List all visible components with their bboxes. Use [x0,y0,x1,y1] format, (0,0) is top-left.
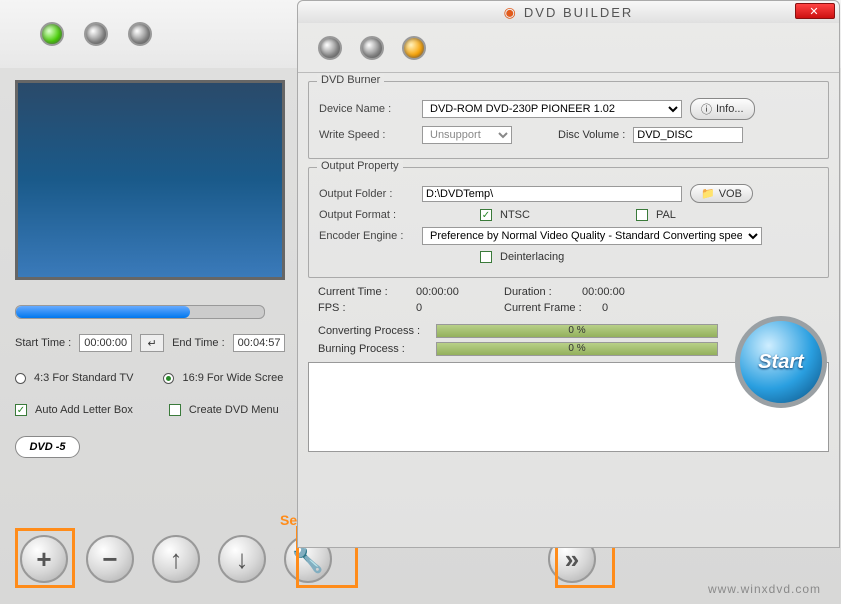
aspect-4-3-radio[interactable] [15,373,26,384]
playback-seekbar[interactable] [15,305,265,319]
led-indicator-3 [128,22,152,46]
info-icon: ⓘ [701,101,712,117]
move-up-button[interactable]: ↑ [152,535,200,583]
footer-brand: www.winxdvd.com [708,582,821,596]
duration-value: 00:00:00 [582,286,625,298]
burning-progress: 0 % [436,342,718,356]
window-title: DVD BUILDER [524,5,633,20]
info-button[interactable]: ⓘ Info... [690,98,755,120]
start-time-input[interactable]: 00:00:00 [79,334,132,352]
pal-label: PAL [656,209,676,221]
create-menu-label: Create DVD Menu [189,404,279,416]
dvd-builder-window: ◉ DVD BUILDER ✕ DVD Burner Device Name :… [297,0,840,548]
current-frame-label: Current Frame : [504,302,594,314]
close-button[interactable]: ✕ [795,3,835,19]
seekbar-fill [16,306,190,318]
converting-progress: 0 % [436,324,718,338]
current-time-label: Current Time : [318,286,408,298]
device-name-label: Device Name : [319,103,414,115]
output-folder-input[interactable] [422,186,682,202]
disc-volume-input[interactable] [633,127,743,143]
folder-icon: 📁 [701,187,715,200]
builder-led-amber [402,36,426,60]
vob-button[interactable]: 📁 VOB [690,184,753,203]
dvd-type-badge: DVD -5 [15,436,80,458]
video-preview [15,80,285,280]
deinterlacing-label: Deinterlacing [500,251,564,263]
builder-led-2 [360,36,384,60]
ntsc-checkbox[interactable]: ✓ [480,209,492,221]
current-time-value: 00:00:00 [416,286,496,298]
dvd-burner-title: DVD Burner [317,74,384,86]
aspect-16-9-radio[interactable] [163,373,174,384]
dvd-burner-group: DVD Burner Device Name : DVD-ROM DVD-230… [308,81,829,159]
output-property-title: Output Property [317,160,403,172]
ntsc-label: NTSC [500,209,530,221]
aspect-16-9-label: 16:9 For Wide Scree [182,372,283,384]
burning-process-label: Burning Process : [318,343,428,355]
output-folder-label: Output Folder : [319,188,414,200]
preview-panel: Start Time : 00:00:00 ↵ End Time : 00:04… [15,80,295,458]
led-green-indicator [40,22,64,46]
start-time-label: Start Time : [15,337,71,349]
end-time-label: End Time : [172,337,225,349]
write-speed-label: Write Speed : [319,129,414,141]
apply-start-button[interactable]: ↵ [140,334,164,352]
create-menu-checkbox[interactable] [169,404,181,416]
output-format-label: Output Format : [319,209,414,221]
encoder-engine-select[interactable]: Preference by Normal Video Quality - Sta… [422,227,762,245]
titlebar: ◉ DVD BUILDER ✕ [298,1,839,23]
letterbox-checkbox[interactable]: ✓ [15,404,27,416]
led-indicator-2 [84,22,108,46]
start-button[interactable]: Start [735,316,827,408]
converting-process-label: Converting Process : [318,325,428,337]
remove-button[interactable]: − [86,535,134,583]
disc-volume-label: Disc Volume : [558,129,625,141]
pal-checkbox[interactable] [636,209,648,221]
add-highlight [15,528,75,588]
fps-value: 0 [416,302,496,314]
duration-label: Duration : [504,286,574,298]
fps-label: FPS : [318,302,408,314]
output-property-group: Output Property Output Folder : 📁 VOB Ou… [308,167,829,278]
deinterlacing-checkbox[interactable] [480,251,492,263]
device-name-select[interactable]: DVD-ROM DVD-230P PIONEER 1.02 [422,100,682,118]
write-speed-select[interactable]: Unsupport [422,126,512,144]
progress-stats: Current Time : 00:00:00 Duration : 00:00… [318,286,718,356]
current-frame-value: 0 [602,302,608,314]
main-window: Start Time : 00:00:00 ↵ End Time : 00:04… [0,0,841,604]
encoder-engine-label: Encoder Engine : [319,230,414,242]
builder-led-1 [318,36,342,60]
end-time-input[interactable]: 00:04:57 [233,334,286,352]
aspect-4-3-label: 4:3 For Standard TV [34,372,133,384]
flame-icon: ◉ [504,4,518,21]
letterbox-label: Auto Add Letter Box [35,404,133,416]
builder-toolbar [298,23,839,73]
move-down-button[interactable]: ↓ [218,535,266,583]
